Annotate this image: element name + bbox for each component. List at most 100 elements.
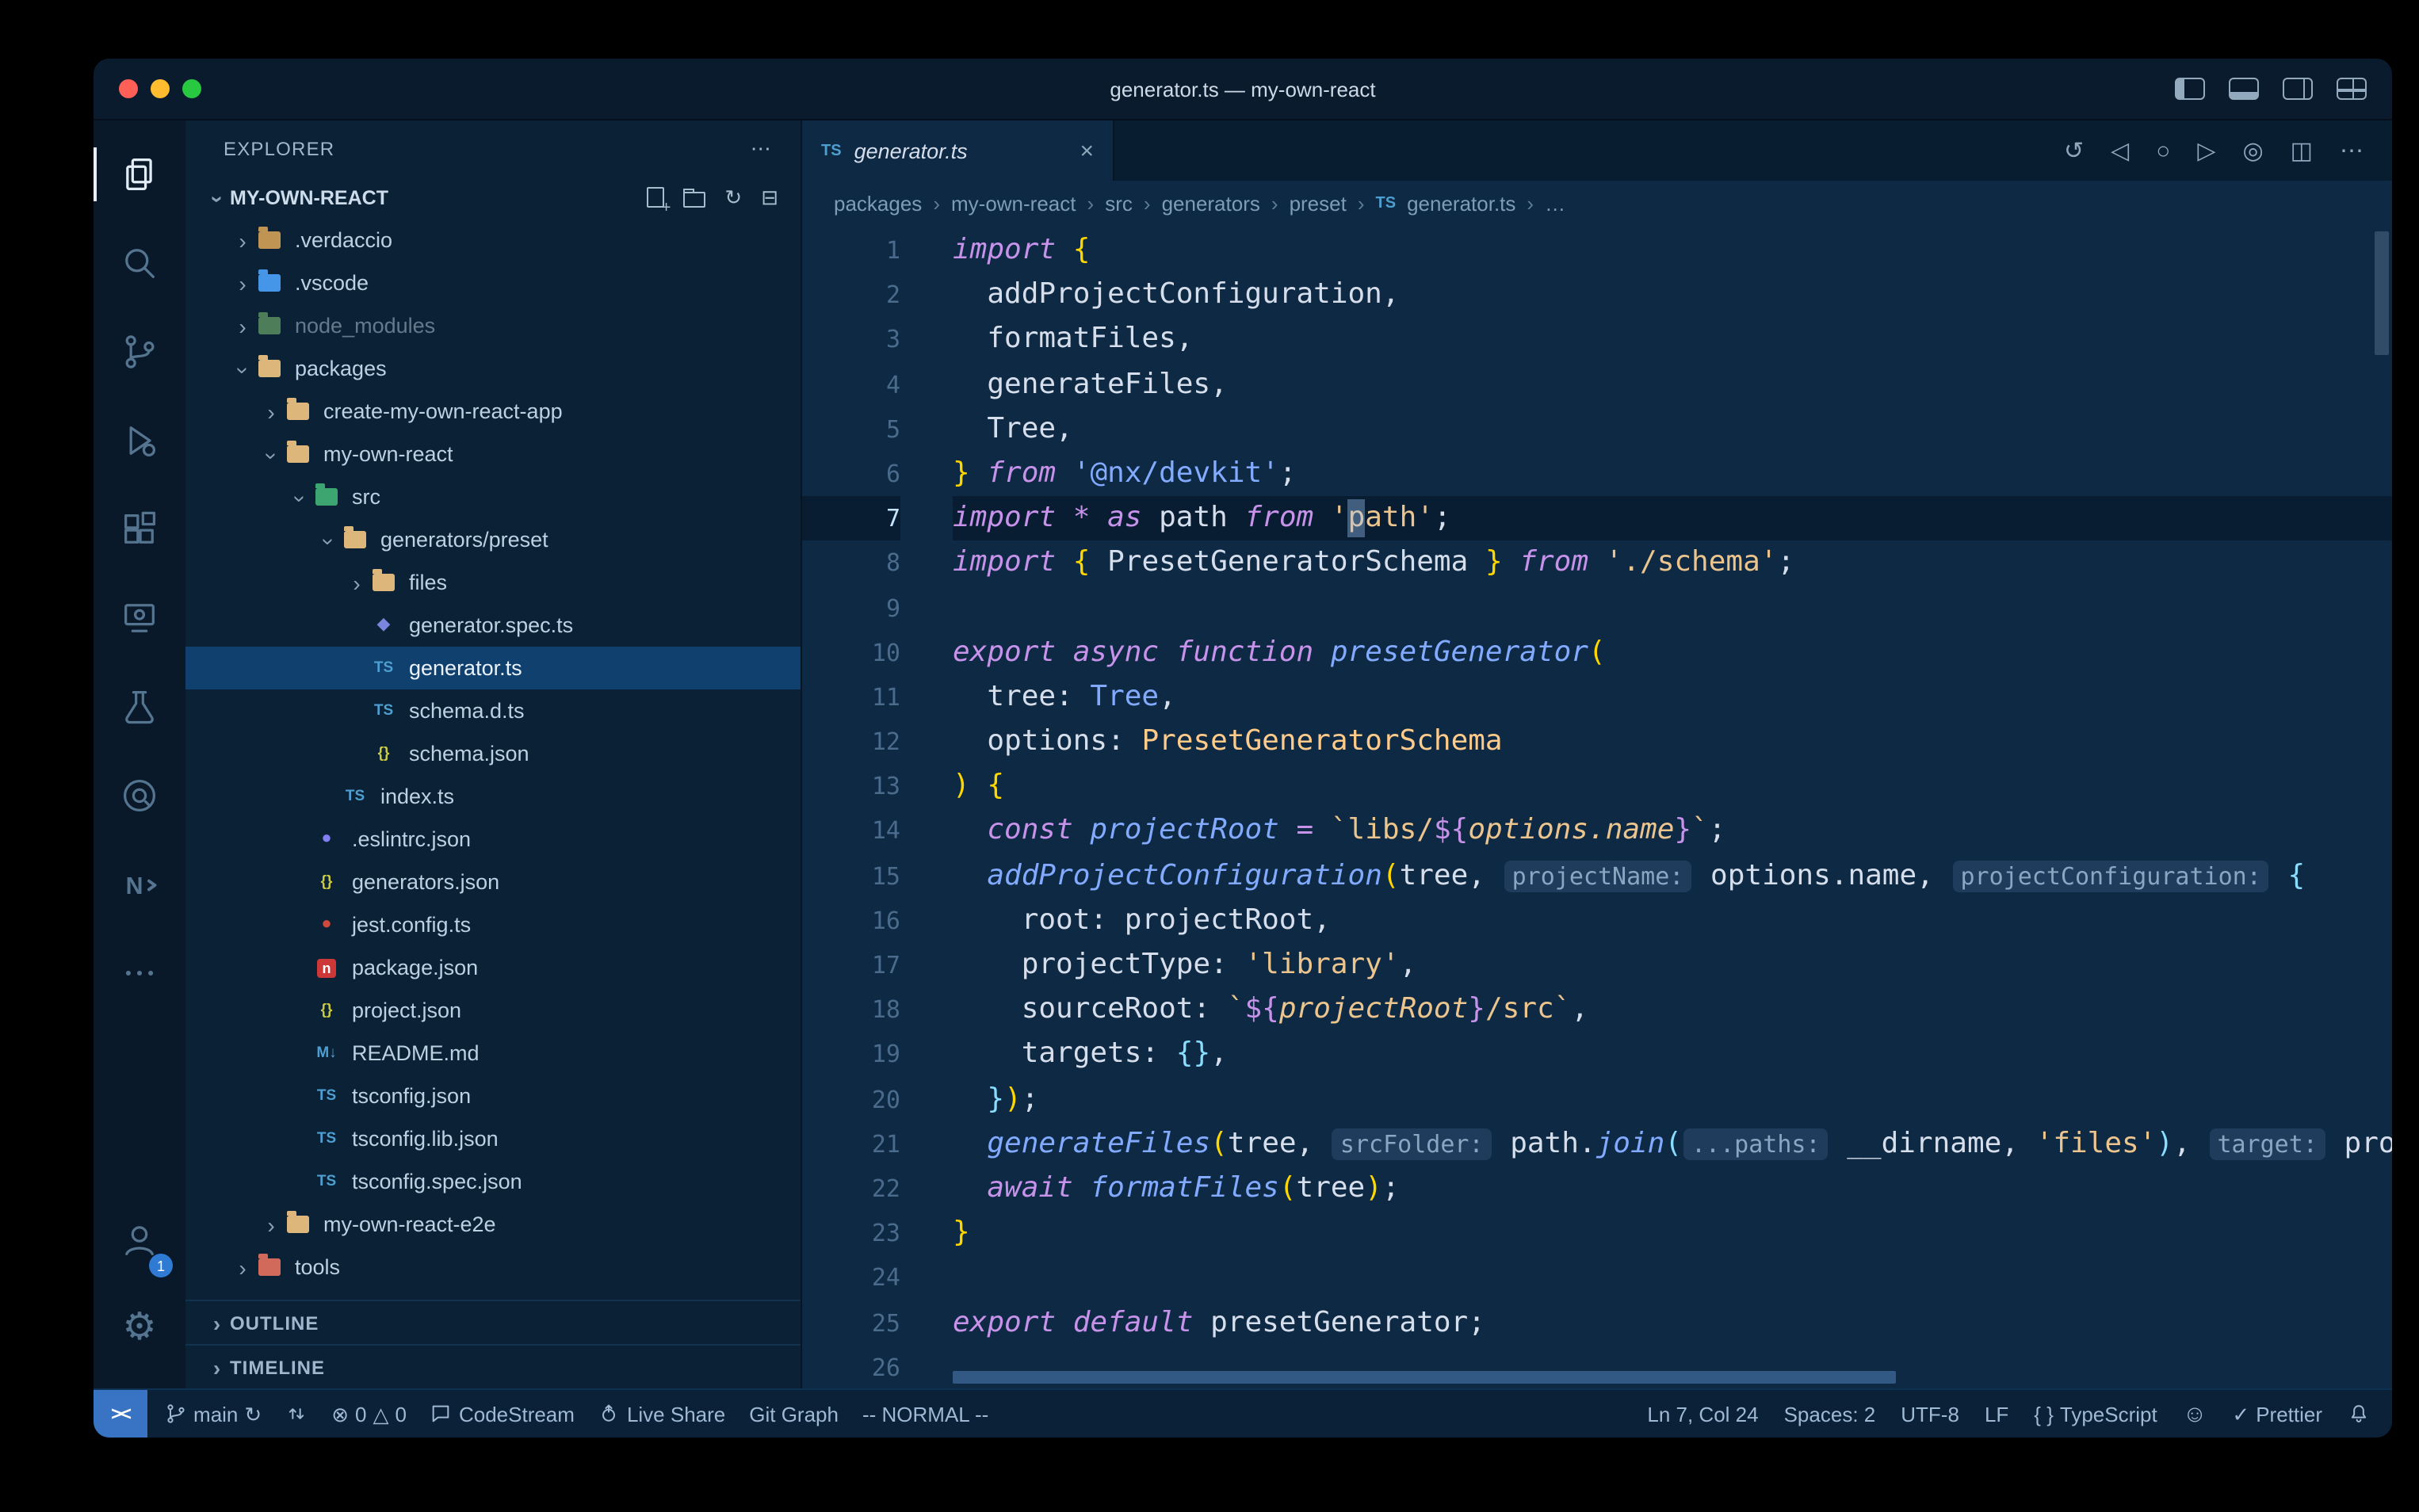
testing-icon[interactable] xyxy=(94,662,185,751)
tree-item-schema.d.ts[interactable]: TSschema.d.ts xyxy=(185,689,801,732)
extensions-icon[interactable] xyxy=(94,485,185,574)
outline-section[interactable]: › OUTLINE xyxy=(185,1300,801,1344)
status-feedback[interactable]: ☺ xyxy=(2183,1402,2207,1426)
project-root-row[interactable]: › MY-OWN-REACT ↻ ⊟ xyxy=(185,176,801,219)
tree-item-README.md[interactable]: M↓README.md xyxy=(185,1032,801,1075)
split-editor-icon[interactable]: ◫ xyxy=(2291,136,2313,165)
tree-item-package.json[interactable]: npackage.json xyxy=(185,946,801,989)
tree-item-jest.config.ts[interactable]: ●jest.config.ts xyxy=(185,903,801,946)
remote-explorer-icon[interactable] xyxy=(94,574,185,662)
tree-item-label: tools xyxy=(295,1255,340,1279)
tree-item-label: index.ts xyxy=(380,785,454,808)
status-eol[interactable]: LF xyxy=(1985,1402,2008,1426)
timeline-section[interactable]: › TIMELINE xyxy=(185,1344,801,1388)
status-problems[interactable]: ⊗0△0 xyxy=(331,1402,407,1426)
tree-item-generators.json[interactable]: {}generators.json xyxy=(185,861,801,903)
screencast-icon[interactable]: ◎ xyxy=(2242,136,2263,165)
tree-item-tsconfig.spec.json[interactable]: TStsconfig.spec.json xyxy=(185,1160,801,1203)
tree-item-label: src xyxy=(352,485,380,509)
explorer-icon[interactable] xyxy=(94,130,185,219)
close-window-button[interactable] xyxy=(119,79,138,98)
timeline-history-icon[interactable]: ↺ xyxy=(2064,136,2084,165)
code-line-24 xyxy=(953,1256,2392,1300)
code-editor[interactable]: 1234567891011121314151617181920212223242… xyxy=(802,225,2392,1388)
tree-item-my-own-react-e2e[interactable]: ›my-own-react-e2e xyxy=(185,1203,801,1246)
tree-item-schema.json[interactable]: {}schema.json xyxy=(185,732,801,775)
status-git-graph[interactable]: Git Graph xyxy=(749,1402,839,1426)
new-folder-icon[interactable] xyxy=(683,192,705,208)
tree-item-index.ts[interactable]: TSindex.ts xyxy=(185,775,801,818)
next-change-icon[interactable]: ▷ xyxy=(2197,136,2215,165)
status-codestream[interactable]: CodeStream xyxy=(430,1402,575,1426)
tree-item-generator.ts[interactable]: TSgenerator.ts xyxy=(185,647,801,689)
timeline-chevron-icon: › xyxy=(204,1354,230,1380)
status-gitlens[interactable] xyxy=(285,1403,308,1425)
tree-item-.verdaccio[interactable]: ›.verdaccio xyxy=(185,219,801,262)
status-indentation[interactable]: Spaces: 2 xyxy=(1784,1402,1876,1426)
tree-item-create-my-own-react-app[interactable]: ›create-my-own-react-app xyxy=(185,390,801,433)
tree-item-my-own-react[interactable]: ›my-own-react xyxy=(185,433,801,475)
code-token: ${ xyxy=(1244,992,1278,1025)
status-encoding[interactable]: UTF-8 xyxy=(1901,1402,1959,1426)
accounts-icon[interactable]: 1 xyxy=(94,1195,185,1284)
code-token: } xyxy=(1674,814,1691,847)
tree-item-tsconfig.json[interactable]: TStsconfig.json xyxy=(185,1075,801,1117)
run-debug-icon[interactable] xyxy=(94,396,185,485)
tree-item-.eslintrc.json[interactable]: ●.eslintrc.json xyxy=(185,818,801,861)
status-vim-mode[interactable]: -- NORMAL -- xyxy=(862,1402,988,1426)
tab-generator-ts[interactable]: TS generator.ts × xyxy=(802,120,1114,181)
breadcrumb-item[interactable]: packages xyxy=(834,191,922,215)
breadcrumb-item[interactable]: preset xyxy=(1290,191,1347,215)
code-token: { xyxy=(2288,858,2306,892)
tree-item-src[interactable]: ›src xyxy=(185,475,801,518)
remote-indicator[interactable]: >< xyxy=(94,1390,147,1438)
search-icon[interactable] xyxy=(94,219,185,307)
close-tab-icon[interactable]: × xyxy=(1080,137,1094,164)
breadcrumb-item[interactable]: generators xyxy=(1162,191,1260,215)
tree-item-packages[interactable]: ›packages xyxy=(185,347,801,390)
source-control-icon[interactable] xyxy=(94,307,185,396)
customize-layout-icon[interactable] xyxy=(2337,78,2367,100)
status-notifications[interactable] xyxy=(2348,1403,2370,1425)
gutter-indicator-icon[interactable]: ○ xyxy=(2156,137,2170,164)
horizontal-scrollbar[interactable] xyxy=(953,1371,1896,1384)
nx-console-icon[interactable]: N xyxy=(94,840,185,929)
tree-item-project.json[interactable]: {}project.json xyxy=(185,989,801,1032)
tree-item-node_modules[interactable]: ›node_modules xyxy=(185,304,801,347)
more-actions-icon[interactable]: ⋯ xyxy=(2340,136,2364,165)
codestream-icon[interactable] xyxy=(94,751,185,840)
more-views-icon[interactable] xyxy=(94,929,185,1018)
collapse-folders-icon[interactable]: ⊟ xyxy=(761,187,778,208)
breadcrumb-item[interactable]: src xyxy=(1105,191,1133,215)
zoom-window-button[interactable] xyxy=(182,79,201,98)
breadcrumb-item[interactable]: my-own-react xyxy=(951,191,1076,215)
tree-item-files[interactable]: ›files xyxy=(185,561,801,604)
status-live-share[interactable]: Live Share xyxy=(598,1402,725,1426)
tree-item-tools[interactable]: ›tools xyxy=(185,1246,801,1289)
json-file-icon: {} xyxy=(378,745,390,762)
toggle-panel-icon[interactable] xyxy=(2229,78,2259,100)
tree-item-generators/preset[interactable]: ›generators/preset xyxy=(185,518,801,561)
outline-chevron-icon: › xyxy=(204,1310,230,1335)
status-cursor-position[interactable]: Ln 7, Col 24 xyxy=(1647,1402,1758,1426)
refresh-explorer-icon[interactable]: ↻ xyxy=(724,187,742,208)
tree-item-generator.spec.ts[interactable]: ◆generator.spec.ts xyxy=(185,604,801,647)
new-file-icon[interactable] xyxy=(647,187,664,208)
breadcrumb-file[interactable]: generator.ts xyxy=(1407,191,1515,215)
previous-change-icon[interactable]: ◁ xyxy=(2111,136,2129,165)
vertical-scrollbar[interactable] xyxy=(2375,231,2389,355)
status-prettier[interactable]: ✓Prettier xyxy=(2232,1402,2322,1426)
minimize-window-button[interactable] xyxy=(151,79,170,98)
toggle-secondary-sidebar-icon[interactable] xyxy=(2283,78,2313,100)
code-token: __dirname, xyxy=(1830,1127,2036,1160)
code-token: import xyxy=(953,546,1056,579)
tree-item-label: .eslintrc.json xyxy=(352,827,471,851)
status-git-branch[interactable]: main↻ xyxy=(165,1402,262,1426)
tree-item-tsconfig.lib.json[interactable]: TStsconfig.lib.json xyxy=(185,1117,801,1160)
tree-item-.vscode[interactable]: ›.vscode xyxy=(185,262,801,304)
status-language[interactable]: { }TypeScript xyxy=(2034,1402,2157,1426)
views-more-actions-icon[interactable]: ⋯ xyxy=(751,138,772,158)
toggle-sidebar-icon[interactable] xyxy=(2175,78,2205,100)
breadcrumb-symbol[interactable]: … xyxy=(1545,191,1565,215)
settings-gear-icon[interactable]: ⚙ xyxy=(94,1284,185,1373)
